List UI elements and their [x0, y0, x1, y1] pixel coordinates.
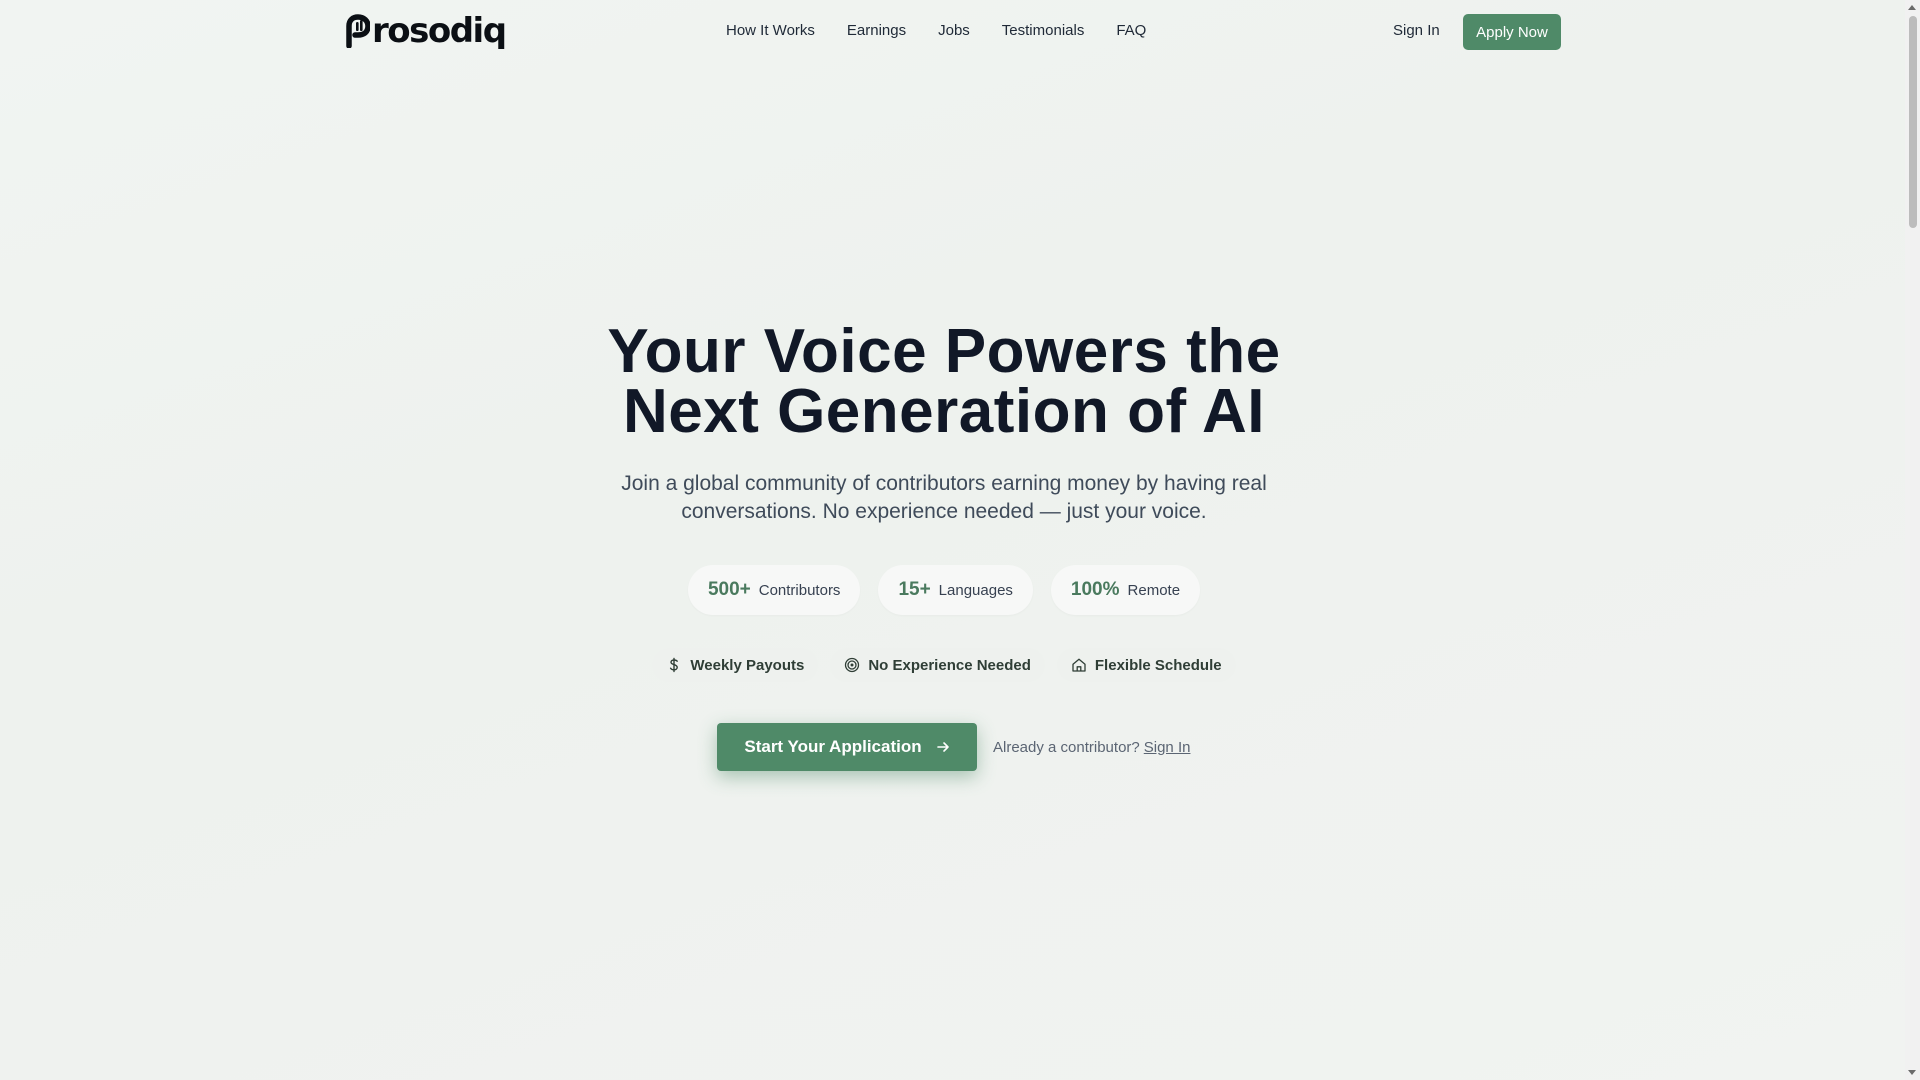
- vertical-scrollbar[interactable]: [1905, 0, 1920, 1080]
- arrow-right-icon: [936, 742, 949, 752]
- logo-mark-icon: [346, 14, 370, 48]
- feature-badge-weekly-payouts: Weekly Payouts: [652, 648, 819, 682]
- nav-link-jobs[interactable]: Jobs: [938, 22, 970, 39]
- apply-now-button[interactable]: Apply Now: [1463, 14, 1561, 50]
- feature-label: Weekly Payouts: [690, 656, 805, 674]
- scroll-up-arrow-icon[interactable]: [1908, 5, 1916, 10]
- nav-link-how-it-works[interactable]: How It Works: [726, 22, 815, 39]
- dollar-icon: [670, 657, 679, 673]
- nav-sign-in-link[interactable]: Sign In: [1393, 22, 1440, 39]
- stats-row: 500+ Contributors 15+ Languages 100% Rem…: [0, 565, 1888, 615]
- hero-subtitle-line-2: conversations. No experience needed — ju…: [681, 500, 1207, 523]
- cta-row: Start Your Application Already a contrib…: [717, 723, 1190, 771]
- logo-wordmark: rosodiq: [372, 11, 507, 51]
- stat-label: Contributors: [758, 581, 841, 599]
- hero-subtitle-line-1: Join a global community of contributors …: [621, 472, 1267, 495]
- nav-links: How It Works Earnings Jobs Testimonials …: [726, 22, 1146, 39]
- scrollbar-thumb[interactable]: [1909, 16, 1917, 228]
- landing-page: rosodiq How It Works Earnings Jobs Testi…: [0, 0, 1905, 1080]
- cta-sign-in-link[interactable]: Sign In: [1144, 739, 1191, 756]
- stat-pill-remote: 100% Remote: [1050, 565, 1201, 615]
- already-contributor-text: Already a contributor?: [993, 738, 1140, 756]
- feature-label: Flexible Schedule: [1094, 656, 1222, 674]
- scroll-down-arrow-icon[interactable]: [1908, 1070, 1916, 1075]
- brand-logo[interactable]: rosodiq: [346, 11, 507, 51]
- feature-label: No Experience Needed: [868, 656, 1031, 674]
- nav-link-faq[interactable]: FAQ: [1116, 22, 1146, 39]
- nav-link-testimonials[interactable]: Testimonials: [1002, 22, 1085, 39]
- feature-badge-no-experience: No Experience Needed: [830, 648, 1045, 682]
- stat-pill-contributors: 500+ Contributors: [687, 565, 861, 615]
- hero-title: Your Voice Powers the Next Generation of…: [0, 321, 1888, 443]
- features-row: Weekly Payouts No Experience Needed Flex…: [0, 648, 1888, 682]
- stat-value: 15+: [898, 579, 931, 600]
- stat-label: Languages: [938, 581, 1013, 599]
- nav-link-earnings[interactable]: Earnings: [847, 22, 906, 39]
- feature-badge-flexible-schedule: Flexible Schedule: [1056, 648, 1236, 682]
- hero-title-line-2: Next Generation of AI: [622, 377, 1266, 446]
- target-icon: [845, 657, 860, 673]
- start-application-button[interactable]: Start Your Application: [717, 723, 977, 771]
- hero-subtitle: Join a global community of contributors …: [0, 470, 1888, 526]
- hero-title-line-1: Your Voice Powers the: [607, 317, 1281, 386]
- start-application-label: Start Your Application: [744, 737, 922, 756]
- stat-value: 100%: [1070, 579, 1120, 600]
- home-icon: [1072, 658, 1086, 672]
- top-navbar: rosodiq How It Works Earnings Jobs Testi…: [0, 0, 1905, 64]
- stat-label: Remote: [1127, 581, 1181, 599]
- stat-value: 500+: [707, 579, 751, 600]
- stat-pill-languages: 15+ Languages: [878, 565, 1033, 615]
